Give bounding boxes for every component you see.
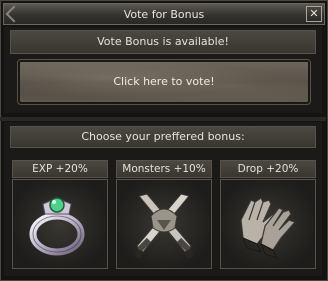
bonus-label-monsters: Monsters +10% (116, 160, 212, 178)
vote-button[interactable]: Click here to vote! (17, 59, 311, 105)
bonus-image-monsters[interactable] (116, 179, 212, 269)
crossed-swords-icon (135, 193, 193, 258)
gloves-icon (240, 197, 297, 259)
bonus-option-exp[interactable]: EXP +20% (12, 160, 108, 272)
bonus-option-monsters[interactable]: Monsters +10% (116, 160, 212, 272)
ring-icon (29, 197, 85, 256)
bonus-label-exp: EXP +20% (12, 160, 108, 178)
bonus-image-drop[interactable] (220, 179, 316, 269)
divider (0, 117, 326, 121)
bonus-image-exp[interactable] (12, 179, 108, 269)
choose-bonus-heading: Choose your preffered bonus: (10, 126, 316, 148)
bonus-label-drop: Drop +20% (220, 160, 316, 178)
status-text: Vote Bonus is available! (10, 30, 316, 54)
close-button[interactable]: ✕ (306, 6, 322, 22)
title-bar[interactable]: Vote for Bonus ✕ (3, 3, 325, 25)
window-title: Vote for Bonus (123, 8, 205, 21)
bonus-option-drop[interactable]: Drop +20% (220, 160, 316, 272)
